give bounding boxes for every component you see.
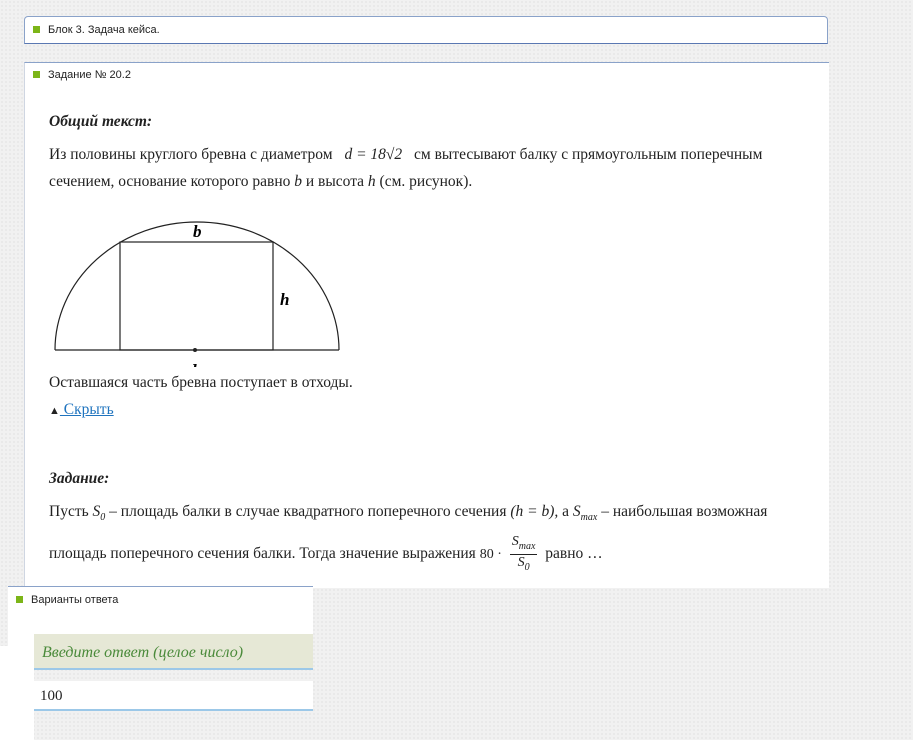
task-square-icon <box>33 70 40 78</box>
caret-up-icon: ▲ <box>49 405 60 417</box>
center-point <box>193 348 197 352</box>
answer-header: Варианты ответа <box>8 587 313 606</box>
answer-hint: Введите ответ (целое число) <box>34 634 313 670</box>
remainder-text: Оставшаяся часть бревна поступает в отхо… <box>49 374 353 391</box>
hide-link[interactable]: Скрыть <box>60 401 114 418</box>
label-d: d <box>188 361 197 367</box>
beam-rectangle <box>119 241 274 351</box>
block-square-icon <box>33 25 40 33</box>
expression-fraction: Smax S0 <box>509 534 538 573</box>
task-panel: Задание № 20.2 Общий текст: Из половины … <box>24 62 829 588</box>
label-h: h <box>280 290 289 309</box>
answer-margin <box>0 646 34 740</box>
expression-coefficient: 80 · <box>479 546 502 562</box>
assignment-paragraph: Пусть S0 – площадь балки в случае квадра… <box>49 503 768 573</box>
assignment-label: Задание: <box>49 470 110 487</box>
answer-square-icon <box>16 595 23 603</box>
block-title: Блок 3. Задача кейса. <box>48 24 160 36</box>
label-b: b <box>193 222 202 241</box>
block-header: Блок 3. Задача кейса. <box>24 16 828 44</box>
task-header: Задание № 20.2 <box>25 63 829 89</box>
hide-toggle[interactable]: ▲ Скрыть <box>49 396 819 425</box>
semicircle-figure: b h d <box>54 221 340 367</box>
task-content: Общий текст: Из половины круглого бревна… <box>49 108 819 575</box>
answer-title: Варианты ответа <box>31 594 119 606</box>
answer-input[interactable]: 100 <box>34 681 313 711</box>
common-text-label: Общий текст: <box>49 113 153 130</box>
task-title: Задание № 20.2 <box>48 69 131 81</box>
diameter-formula: d = 18√2 <box>344 146 403 163</box>
intro-paragraph: Из половины круглого бревна с диаметром … <box>49 146 763 190</box>
semicircle-arc <box>54 221 340 351</box>
